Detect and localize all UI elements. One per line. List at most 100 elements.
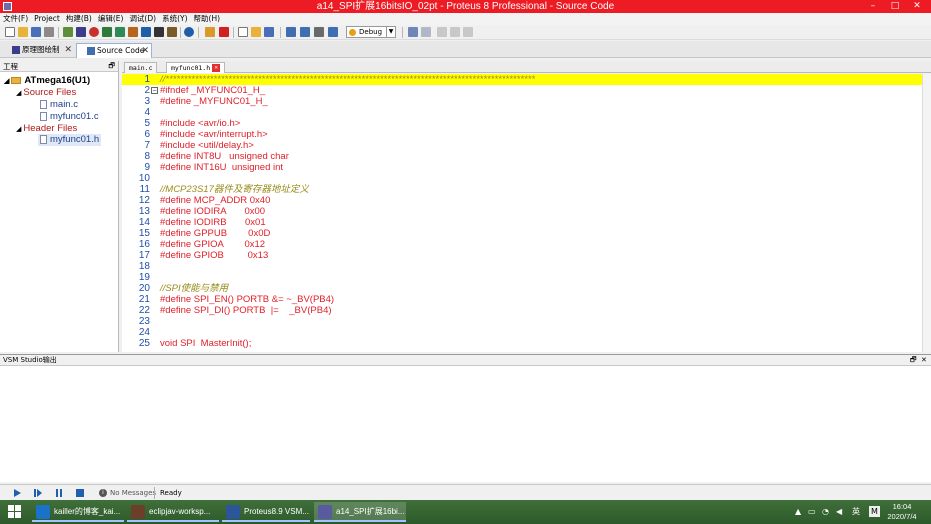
gerber-icon[interactable]	[102, 27, 112, 37]
pause-icon[interactable]	[54, 488, 64, 498]
bom-icon[interactable]	[128, 27, 138, 37]
pin-icon[interactable]: 🗗	[910, 355, 917, 366]
system-clock[interactable]: 16:04 2020/7/4	[880, 502, 924, 522]
menu-project[interactable]: Project	[31, 13, 63, 25]
undo-icon[interactable]	[408, 27, 418, 37]
close-button[interactable]: ✕	[906, 0, 928, 13]
menu-file[interactable]: 文件(F)	[0, 13, 31, 25]
minimize-button[interactable]: –	[862, 0, 884, 13]
build-config-select[interactable]: Debug ▼	[346, 26, 396, 38]
messages-status[interactable]: No Messages	[110, 485, 156, 501]
maximize-button[interactable]: □	[884, 0, 906, 13]
cut-icon[interactable]	[437, 27, 447, 37]
code-line[interactable]: 13 #define IODIRA 0x00	[122, 206, 922, 217]
code-line[interactable]: 11 //MCP23S17器件及寄存器地址定义	[122, 184, 922, 195]
taskbar-item[interactable]: eclipjav-worksp...	[127, 502, 219, 522]
delete-icon[interactable]	[219, 27, 229, 37]
wifi-icon[interactable]: ◔	[822, 500, 829, 524]
collapse-icon[interactable]: ◢	[16, 126, 21, 133]
help-icon[interactable]	[184, 27, 194, 37]
collapse-icon[interactable]: ◢	[4, 78, 9, 85]
code-line[interactable]: 17 #define GPIOB 0x13	[122, 250, 922, 261]
open-source-icon[interactable]	[251, 27, 261, 37]
battery-icon[interactable]: ▭	[808, 500, 816, 524]
open-folder-icon[interactable]	[18, 27, 28, 37]
rebuild-icon[interactable]	[300, 27, 310, 37]
code-line[interactable]: 5 #include <avr/io.h>	[122, 118, 922, 129]
code-line[interactable]: 10	[122, 173, 922, 184]
menu-edit[interactable]: 编辑(E)	[95, 13, 127, 25]
code-line[interactable]: 19	[122, 272, 922, 283]
code-line[interactable]: 7 #include <util/delay.h>	[122, 140, 922, 151]
code-line[interactable]: 9 #define INT16U unsigned int	[122, 162, 922, 173]
code-line[interactable]: 22 #define SPI_DI() PORTB |= _BV(PB4)	[122, 305, 922, 316]
home-icon[interactable]	[63, 27, 73, 37]
design-explorer-icon[interactable]	[141, 27, 151, 37]
editor-tab-main-c[interactable]: main.c	[124, 62, 158, 73]
close-icon[interactable]: ✕	[64, 43, 72, 57]
close-icon[interactable]: ✕	[141, 44, 149, 58]
close-project-icon[interactable]	[44, 27, 54, 37]
copy-icon[interactable]	[450, 27, 460, 37]
menu-help[interactable]: 帮助(H)	[191, 13, 224, 25]
taskbar-item[interactable]: a14_SPI扩展16bi...	[314, 502, 406, 522]
pin-icon[interactable]: 🗗	[108, 61, 115, 72]
editor-tab-myfunc01-h[interactable]: myfunc01.h ✕	[166, 62, 226, 73]
collapse-icon[interactable]: ◢	[16, 90, 21, 97]
save-icon[interactable]	[31, 27, 41, 37]
step-icon[interactable]	[33, 488, 43, 498]
code-line[interactable]: 16 #define GPIOA 0x12	[122, 239, 922, 250]
close-icon[interactable]: ✕	[212, 64, 221, 72]
code-line[interactable]: 24	[122, 327, 922, 338]
code-line[interactable]: 18	[122, 261, 922, 272]
taskbar-item[interactable]: kailler的博客_kai...	[32, 502, 124, 522]
notes-icon[interactable]	[167, 27, 177, 37]
ime-mode[interactable]: M	[869, 506, 880, 517]
menu-build[interactable]: 构建(B)	[63, 13, 95, 25]
volume-icon[interactable]: ◀	[836, 500, 842, 524]
tree-file-myfunc01-c[interactable]: myfunc01.c	[40, 111, 99, 123]
play-icon[interactable]	[12, 488, 22, 498]
build-icon[interactable]	[286, 27, 296, 37]
tab-source-code[interactable]: Source Code ✕	[76, 43, 152, 58]
menu-system[interactable]: 系统(Y)	[159, 13, 190, 25]
source-code-icon[interactable]	[154, 27, 164, 37]
new-file-icon[interactable]	[5, 27, 15, 37]
code-editor[interactable]: 1 //*************************************…	[122, 74, 922, 352]
close-icon[interactable]: ✕	[921, 355, 927, 366]
menu-debug[interactable]: 调试(D)	[126, 13, 159, 25]
code-line[interactable]: 4	[122, 107, 922, 118]
code-line[interactable]: 2− #ifndef _MYFUNC01_H_	[122, 85, 922, 96]
new-source-icon[interactable]	[238, 27, 248, 37]
code-line[interactable]: 12 #define MCP_ADDR 0x40	[122, 195, 922, 206]
code-line[interactable]: 20 //SPI使能与禁用	[122, 283, 922, 294]
code-line[interactable]: 23	[122, 316, 922, 327]
clean-icon[interactable]	[314, 27, 324, 37]
schematic-icon[interactable]	[76, 27, 86, 37]
input-language[interactable]: 英	[852, 500, 860, 524]
taskbar-item[interactable]: Proteus8.9 VSM...	[222, 502, 310, 522]
code-line[interactable]: 21 #define SPI_EN() PORTB &= ~_BV(PB4)	[122, 294, 922, 305]
refresh-icon[interactable]	[205, 27, 215, 37]
network-icon[interactable]: ▲	[795, 500, 801, 524]
paste-icon[interactable]	[463, 27, 473, 37]
tree-file-myfunc01-h[interactable]: myfunc01.h	[38, 134, 102, 146]
stop-icon[interactable]	[75, 488, 85, 498]
code-line[interactable]: 15 #define GPPUB 0x0D	[122, 228, 922, 239]
3d-view-icon[interactable]	[115, 27, 125, 37]
redo-icon[interactable]	[421, 27, 431, 37]
vertical-scrollbar[interactable]	[922, 74, 931, 352]
code-line[interactable]: 3 #define _MYFUNC01_H_	[122, 96, 922, 107]
code-line[interactable]: 1 //*************************************…	[122, 74, 922, 85]
tab-schematic[interactable]: 原理图绘制 ✕	[2, 43, 74, 58]
tree-file-main-c[interactable]: main.c	[40, 99, 78, 111]
windows-start-icon[interactable]	[8, 505, 22, 519]
code-line[interactable]: 14 #define IODIRB 0x01	[122, 217, 922, 228]
code-line[interactable]: 6 #include <avr/interrupt.h>	[122, 129, 922, 140]
save-source-icon[interactable]	[264, 27, 274, 37]
build-settings-icon[interactable]	[328, 27, 338, 37]
fold-toggle-icon[interactable]: −	[151, 87, 158, 94]
chevron-down-icon[interactable]: ▼	[386, 27, 395, 37]
pcb-icon[interactable]	[89, 27, 99, 37]
code-line[interactable]: 25 void SPI MasterInit();	[122, 338, 922, 349]
